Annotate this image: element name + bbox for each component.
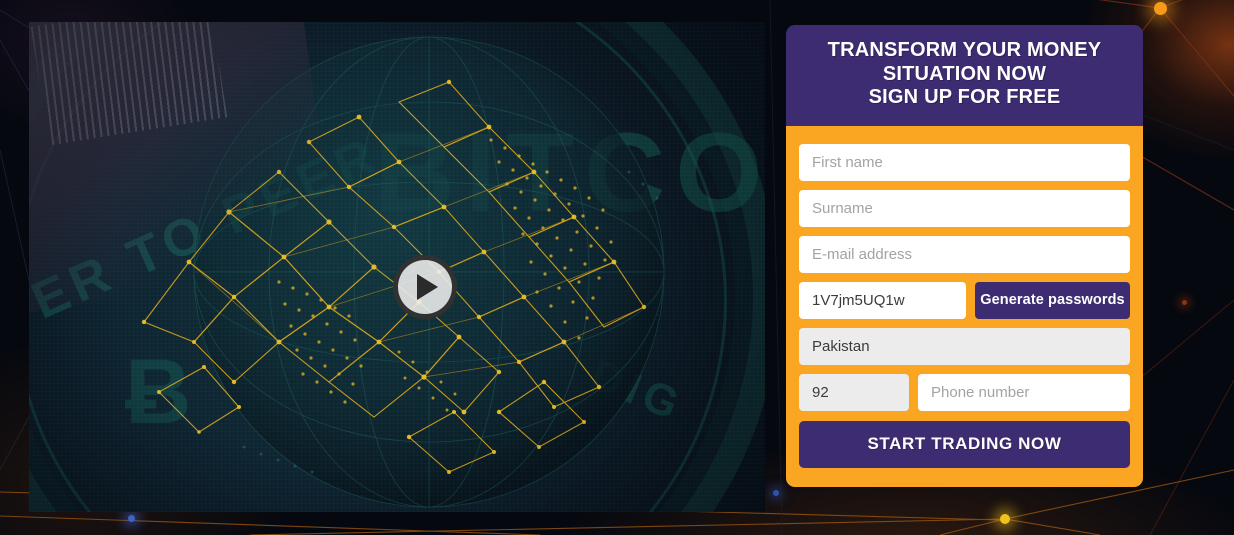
network-node-orange (1154, 2, 1167, 15)
phone-number-input[interactable] (918, 373, 1130, 411)
network-node-blue (128, 515, 135, 522)
header-line-1: TRANSFORM YOUR MONEY (827, 39, 1102, 61)
surname-input[interactable] (799, 189, 1130, 227)
header-line-3: SIGN UP FOR FREE (868, 86, 1061, 109)
network-node-red (1182, 300, 1187, 305)
phone-row (799, 373, 1130, 411)
play-triangle (417, 274, 438, 300)
email-input[interactable] (799, 235, 1130, 273)
network-node-yellow (1000, 514, 1010, 524)
header-line-2: SITUATION NOW (882, 62, 1047, 85)
generate-passwords-button[interactable]: Generate passwords (975, 281, 1130, 319)
first-name-input[interactable] (799, 143, 1130, 181)
network-node-blue-secondary (773, 490, 779, 496)
country-select[interactable] (799, 327, 1130, 365)
video-player[interactable]: BITCOIN ER TO PEER DIG Ƀ (29, 22, 765, 512)
signup-card-header: TRANSFORM YOUR MONEY SITUATION NOW SIGN … (786, 25, 1143, 126)
country-code-input[interactable] (799, 373, 909, 411)
start-trading-button[interactable]: START TRADING NOW (799, 420, 1130, 468)
signup-form: Generate passwords START TRADING NOW (786, 125, 1143, 487)
password-input[interactable] (799, 281, 966, 319)
play-icon[interactable] (393, 255, 457, 319)
video-vignette (29, 22, 765, 512)
password-row: Generate passwords (799, 281, 1130, 319)
signup-card: TRANSFORM YOUR MONEY SITUATION NOW SIGN … (786, 25, 1143, 487)
